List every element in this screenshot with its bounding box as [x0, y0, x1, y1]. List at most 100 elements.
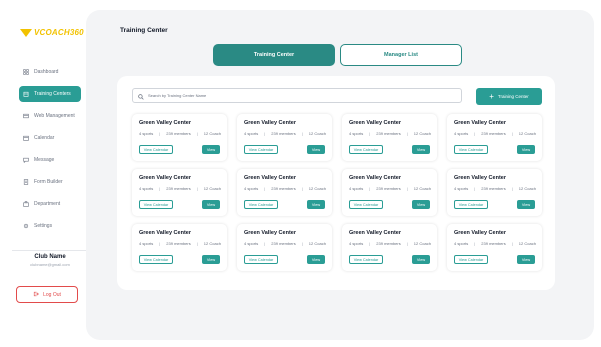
card-title: Green Valley Center [349, 230, 401, 236]
card-stats: 4 sports | 239 members | 12 Coach [139, 241, 221, 246]
sidebar-item-training-centers[interactable]: Training Centers [19, 86, 81, 102]
sidebar-item-calendar[interactable]: Calendar [19, 130, 81, 146]
sidebar-item-web-management[interactable]: Web Management [19, 108, 81, 124]
view-calendar-button[interactable]: View Calendar [139, 200, 173, 209]
card-stats: 4 sports | 239 members | 12 Coach [454, 241, 536, 246]
separator: | [474, 131, 476, 136]
gear-icon [23, 223, 29, 229]
separator: | [406, 131, 408, 136]
sidebar-item-label: Dashboard [34, 69, 59, 75]
separator: | [196, 131, 198, 136]
sports-count: 4 sports [139, 131, 154, 136]
view-button[interactable]: View [517, 255, 535, 264]
sports-count: 4 sports [244, 241, 259, 246]
view-button[interactable]: View [307, 255, 325, 264]
view-button[interactable]: View [202, 255, 220, 264]
view-button[interactable]: View [412, 255, 430, 264]
separator: | [264, 131, 266, 136]
view-calendar-button[interactable]: View Calendar [244, 145, 278, 154]
card-title: Green Valley Center [454, 120, 506, 126]
separator: | [196, 241, 198, 246]
sidebar-item-department[interactable]: Department [19, 196, 81, 212]
view-button[interactable]: View [517, 200, 535, 209]
sports-count: 4 sports [139, 241, 154, 246]
view-button[interactable]: View [412, 145, 430, 154]
sidebar-nav: Dashboard Training Centers Web Managemen… [19, 64, 81, 240]
logo-icon [20, 28, 32, 37]
members-count: 239 members [271, 241, 296, 246]
view-button[interactable]: View [412, 200, 430, 209]
sidebar-item-dashboard[interactable]: Dashboard [19, 64, 81, 80]
brand-logo[interactable]: VCOACH360 [20, 28, 84, 37]
coach-count: 12 Coach [203, 131, 221, 136]
view-button[interactable]: View [307, 200, 325, 209]
tab-manager-list[interactable]: Manager List [340, 44, 462, 66]
card-title: Green Valley Center [454, 230, 506, 236]
club-info: Club Name clubname@gmail.com [12, 254, 88, 267]
sports-count: 4 sports [244, 131, 259, 136]
search-icon [138, 87, 144, 105]
view-calendar-button[interactable]: View Calendar [139, 145, 173, 154]
view-calendar-button[interactable]: View Calendar [349, 255, 383, 264]
separator: | [369, 186, 371, 191]
card-stats: 4 sports | 239 members | 12 Coach [349, 131, 431, 136]
card-stats: 4 sports | 239 members | 12 Coach [244, 186, 326, 191]
view-calendar-button[interactable]: View Calendar [349, 200, 383, 209]
message-icon [23, 157, 29, 163]
view-button[interactable]: View [517, 145, 535, 154]
view-button[interactable]: View [202, 145, 220, 154]
card-stats: 4 sports | 239 members | 12 Coach [349, 186, 431, 191]
separator: | [511, 186, 513, 191]
card-title: Green Valley Center [349, 120, 401, 126]
sidebar: VCOACH360 Dashboard Training Centers Web… [12, 12, 88, 337]
view-calendar-button[interactable]: View Calendar [244, 255, 278, 264]
training-center-card: Green Valley Center 4 sports | 239 member… [447, 114, 542, 161]
club-email: clubname@gmail.com [30, 262, 70, 267]
members-count: 239 members [481, 241, 506, 246]
view-button[interactable]: View [307, 145, 325, 154]
card-title: Green Valley Center [454, 175, 506, 181]
search-input[interactable] [148, 93, 448, 98]
view-button[interactable]: View [202, 200, 220, 209]
add-training-center-button[interactable]: + Training Center [476, 88, 542, 105]
form-icon [23, 179, 29, 185]
coach-count: 12 Coach [413, 186, 431, 191]
training-center-card: Green Valley Center 4 sports | 239 member… [342, 114, 437, 161]
view-calendar-button[interactable]: View Calendar [454, 145, 488, 154]
separator: | [159, 131, 161, 136]
training-center-card: Green Valley Center 4 sports | 239 member… [342, 169, 437, 216]
sidebar-item-form-builder[interactable]: Form Builder [19, 174, 81, 190]
logout-label: Log Out [43, 291, 61, 298]
sports-count: 4 sports [454, 186, 469, 191]
sidebar-item-settings[interactable]: Settings [19, 218, 81, 234]
search-bar[interactable] [132, 88, 462, 103]
coach-count: 12 Coach [518, 131, 536, 136]
training-center-card: Green Valley Center 4 sports | 239 member… [342, 224, 437, 271]
card-stats: 4 sports | 239 members | 12 Coach [454, 186, 536, 191]
view-calendar-button[interactable]: View Calendar [454, 255, 488, 264]
coach-count: 12 Coach [308, 131, 326, 136]
view-calendar-button[interactable]: View Calendar [454, 200, 488, 209]
members-count: 239 members [166, 241, 191, 246]
view-calendar-button[interactable]: View Calendar [244, 200, 278, 209]
sports-count: 4 sports [349, 131, 364, 136]
sidebar-item-label: Training Centers [34, 91, 71, 97]
separator: | [406, 241, 408, 246]
view-calendar-button[interactable]: View Calendar [349, 145, 383, 154]
members-count: 239 members [376, 241, 401, 246]
tab-training-center[interactable]: Training Center [213, 44, 335, 66]
members-count: 239 members [481, 186, 506, 191]
add-button-label: Training Center [497, 94, 529, 99]
logout-icon [33, 291, 39, 299]
view-calendar-button[interactable]: View Calendar [139, 255, 173, 264]
members-count: 239 members [376, 186, 401, 191]
tab-bar: Training Center Manager List [213, 44, 462, 66]
sidebar-item-message[interactable]: Message [19, 152, 81, 168]
training-center-card: Green Valley Center 4 sports | 239 member… [237, 114, 332, 161]
card-title: Green Valley Center [349, 175, 401, 181]
separator: | [369, 241, 371, 246]
logout-button[interactable]: Log Out [16, 286, 78, 303]
main-panel: Training Center Training Center Manager … [86, 10, 594, 340]
page-title: Training Center [120, 27, 168, 34]
card-stats: 4 sports | 239 members | 12 Coach [139, 131, 221, 136]
